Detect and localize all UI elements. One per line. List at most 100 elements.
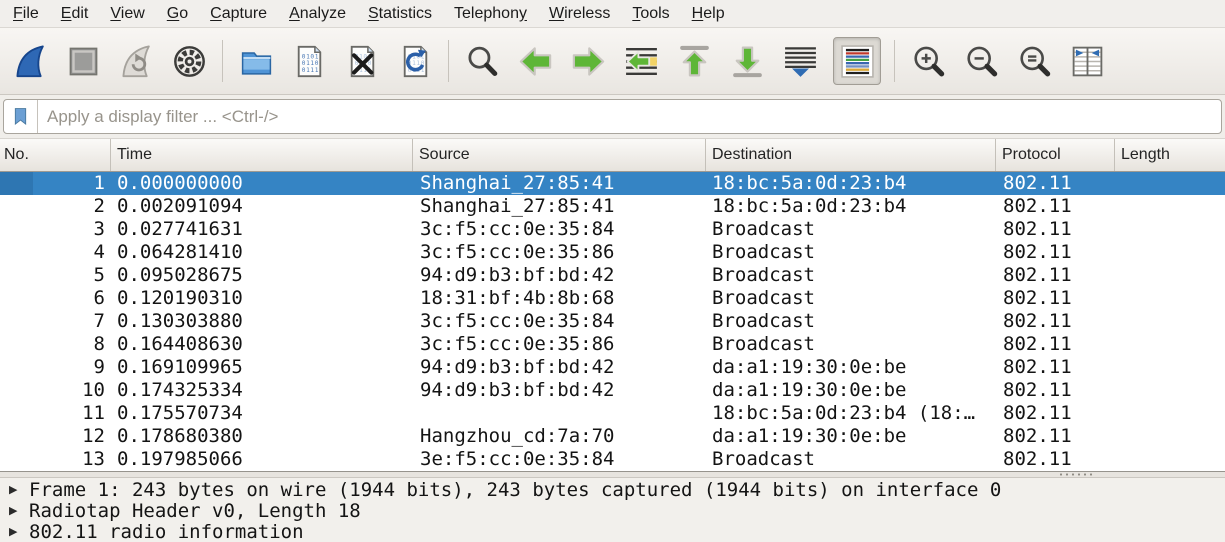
detail-row-1[interactable]: ▶Radiotap Header v0, Length 18 bbox=[0, 500, 1225, 521]
packet-no: 5 bbox=[0, 264, 111, 287]
detail-row-2[interactable]: ▶802.11 radio information bbox=[0, 521, 1225, 542]
svg-text:0111: 0111 bbox=[301, 66, 318, 73]
zoom-original-button[interactable] bbox=[1014, 38, 1054, 84]
packet-length bbox=[1115, 172, 1225, 195]
detail-row-0[interactable]: ▶Frame 1: 243 bytes on wire (1944 bits),… bbox=[0, 479, 1225, 500]
packet-no: 6 bbox=[0, 287, 111, 310]
column-header-no[interactable]: No. bbox=[0, 139, 111, 171]
menu-statistics[interactable]: Statistics bbox=[357, 3, 443, 25]
reload-file-icon: 010101100111 bbox=[397, 43, 434, 80]
capture-options-button[interactable] bbox=[169, 38, 209, 84]
packet-length bbox=[1115, 195, 1225, 218]
packet-protocol: 802.11 bbox=[996, 425, 1115, 448]
filter-bar bbox=[0, 95, 1225, 139]
colorize-packets-icon bbox=[839, 43, 876, 80]
packet-no: 4 bbox=[0, 241, 111, 264]
close-file-button[interactable]: 010101100111 bbox=[342, 38, 382, 84]
packet-source: 3c:f5:cc:0e:35:84 bbox=[413, 310, 706, 333]
expand-arrow-icon[interactable]: ▶ bbox=[7, 504, 29, 517]
menu-capture[interactable]: Capture bbox=[199, 3, 278, 25]
zoom-out-button[interactable] bbox=[961, 38, 1001, 84]
resize-columns-button[interactable] bbox=[1067, 38, 1107, 84]
column-header-destination[interactable]: Destination bbox=[706, 139, 996, 171]
pane-splitter[interactable] bbox=[0, 471, 1225, 478]
expand-arrow-icon[interactable]: ▶ bbox=[7, 483, 29, 496]
zoom-out-icon bbox=[963, 43, 1000, 80]
column-header-length[interactable]: Length bbox=[1115, 139, 1225, 171]
go-last-packet-button[interactable] bbox=[727, 38, 767, 84]
packet-length bbox=[1115, 218, 1225, 241]
go-to-packet-button[interactable] bbox=[621, 38, 661, 84]
menu-edit[interactable]: Edit bbox=[50, 3, 100, 25]
packet-length bbox=[1115, 402, 1225, 425]
display-filter-field[interactable] bbox=[3, 99, 1222, 134]
packet-time: 0.197985066 bbox=[111, 448, 413, 471]
menu-analyze[interactable]: Analyze bbox=[278, 3, 357, 25]
packet-row-10[interactable]: 100.17432533494:d9:b3:bf:bd:42da:a1:19:3… bbox=[0, 379, 1225, 402]
stop-capture-button[interactable] bbox=[63, 38, 103, 84]
packet-destination: Broadcast bbox=[706, 218, 996, 241]
save-file-button[interactable]: 010101100111 bbox=[289, 38, 329, 84]
zoom-in-button[interactable] bbox=[908, 38, 948, 84]
auto-scroll-button[interactable] bbox=[780, 38, 820, 84]
packet-source: 94:d9:b3:bf:bd:42 bbox=[413, 379, 706, 402]
packet-length bbox=[1115, 425, 1225, 448]
menu-tools[interactable]: Tools bbox=[621, 3, 680, 25]
auto-scroll-icon bbox=[782, 43, 819, 80]
menu-telephony[interactable]: Telephony bbox=[443, 3, 538, 25]
menu-go[interactable]: Go bbox=[156, 3, 199, 25]
packet-length bbox=[1115, 448, 1225, 471]
packet-list-header: No.TimeSourceDestinationProtocolLength bbox=[0, 139, 1225, 172]
menu-wireless[interactable]: Wireless bbox=[538, 3, 621, 25]
packet-row-9[interactable]: 90.16910996594:d9:b3:bf:bd:42da:a1:19:30… bbox=[0, 356, 1225, 379]
packet-row-2[interactable]: 20.002091094Shanghai_27:85:4118:bc:5a:0d… bbox=[0, 195, 1225, 218]
menu-file[interactable]: File bbox=[2, 3, 50, 25]
packet-row-3[interactable]: 30.0277416313c:f5:cc:0e:35:84Broadcast80… bbox=[0, 218, 1225, 241]
packet-destination: Broadcast bbox=[706, 448, 996, 471]
find-packet-icon bbox=[464, 43, 501, 80]
menu-help[interactable]: Help bbox=[681, 3, 736, 25]
packet-no: 12 bbox=[0, 425, 111, 448]
splitter-grip-icon[interactable] bbox=[1058, 473, 1096, 476]
reload-file-button[interactable]: 010101100111 bbox=[395, 38, 435, 84]
go-first-packet-button[interactable] bbox=[674, 38, 714, 84]
packet-row-11[interactable]: 110.17557073418:bc:5a:0d:23:b4 (18:…802.… bbox=[0, 402, 1225, 425]
packet-no: 10 bbox=[0, 379, 111, 402]
packet-source: 18:31:bf:4b:8b:68 bbox=[413, 287, 706, 310]
display-filter-input[interactable] bbox=[38, 107, 1221, 127]
packet-protocol: 802.11 bbox=[996, 195, 1115, 218]
packet-row-8[interactable]: 80.1644086303c:f5:cc:0e:35:86Broadcast80… bbox=[0, 333, 1225, 356]
open-file-button[interactable] bbox=[236, 38, 276, 84]
go-forward-button[interactable] bbox=[568, 38, 608, 84]
column-header-source[interactable]: Source bbox=[413, 139, 706, 171]
expand-arrow-icon[interactable]: ▶ bbox=[7, 525, 29, 538]
packet-row-6[interactable]: 60.12019031018:31:bf:4b:8b:68Broadcast80… bbox=[0, 287, 1225, 310]
column-header-protocol[interactable]: Protocol bbox=[996, 139, 1115, 171]
go-back-button[interactable] bbox=[515, 38, 555, 84]
packet-row-4[interactable]: 40.0642814103c:f5:cc:0e:35:86Broadcast80… bbox=[0, 241, 1225, 264]
colorize-packets-button[interactable] bbox=[833, 37, 881, 85]
packet-length bbox=[1115, 356, 1225, 379]
packet-row-12[interactable]: 120.178680380Hangzhou_cd:7a:70da:a1:19:3… bbox=[0, 425, 1225, 448]
packet-row-13[interactable]: 130.1979850663e:f5:cc:0e:35:84Broadcast8… bbox=[0, 448, 1225, 471]
packet-no: 11 bbox=[0, 402, 111, 425]
packet-row-7[interactable]: 70.1303038803c:f5:cc:0e:35:84Broadcast80… bbox=[0, 310, 1225, 333]
packet-protocol: 802.11 bbox=[996, 241, 1115, 264]
restart-capture-button[interactable] bbox=[116, 38, 156, 84]
packet-source: Shanghai_27:85:41 bbox=[413, 195, 706, 218]
packet-no: 9 bbox=[0, 356, 111, 379]
filter-bookmark-icon[interactable] bbox=[4, 100, 38, 133]
packet-protocol: 802.11 bbox=[996, 356, 1115, 379]
start-capture-button[interactable] bbox=[10, 38, 50, 84]
packet-time: 0.178680380 bbox=[111, 425, 413, 448]
packet-row-1[interactable]: 10.000000000Shanghai_27:85:4118:bc:5a:0d… bbox=[0, 172, 1225, 195]
packet-row-5[interactable]: 50.09502867594:d9:b3:bf:bd:42Broadcast80… bbox=[0, 264, 1225, 287]
menu-view[interactable]: View bbox=[99, 3, 155, 25]
packet-destination: Broadcast bbox=[706, 241, 996, 264]
find-packet-button[interactable] bbox=[462, 38, 502, 84]
column-header-time[interactable]: Time bbox=[111, 139, 413, 171]
open-file-icon bbox=[238, 43, 275, 80]
packet-details-pane: ▶Frame 1: 243 bytes on wire (1944 bits),… bbox=[0, 478, 1225, 542]
packet-list: 10.000000000Shanghai_27:85:4118:bc:5a:0d… bbox=[0, 172, 1225, 471]
packet-length bbox=[1115, 241, 1225, 264]
